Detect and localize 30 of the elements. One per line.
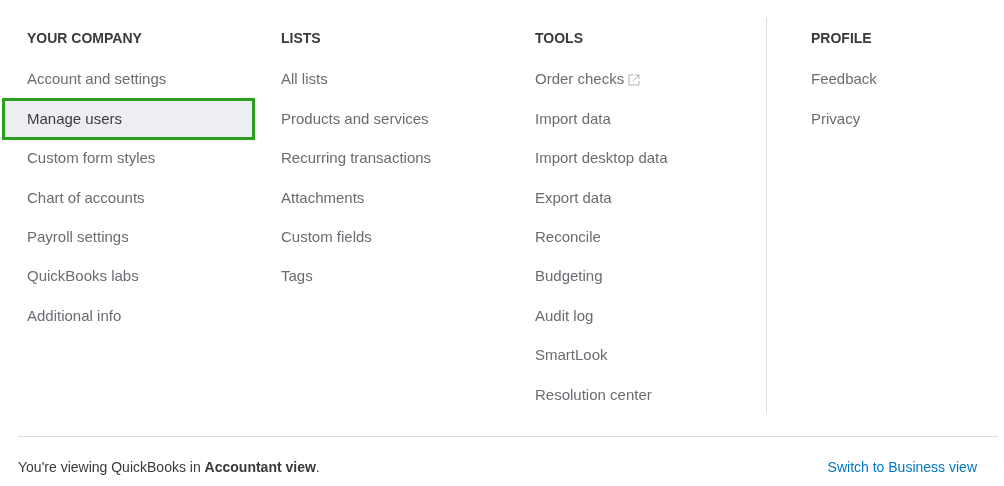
menu-link[interactable]: Attachments [281,186,365,210]
menu-link[interactable]: Account and settings [27,68,167,91]
menu-link[interactable]: Chart of accounts [27,186,145,210]
menu-link[interactable]: Audit log [535,304,594,328]
column-heading: TOOLS [535,28,583,48]
menu-link[interactable]: Budgeting [535,265,603,288]
menu-link[interactable]: Reconcile [535,226,601,249]
menu-link[interactable]: Payroll settings [27,226,129,249]
menu-link[interactable]: All lists [281,68,328,91]
column-heading: LISTS [281,28,321,48]
menu-link[interactable]: Recurring transactions [281,147,432,170]
menu-link[interactable]: Feedback [811,68,877,91]
menu-link[interactable]: Privacy [811,107,861,131]
menu-link[interactable]: Custom form styles [27,147,156,170]
menu-link[interactable]: Order checks [535,68,625,91]
menu-link[interactable]: Import desktop data [535,147,668,170]
menu-link[interactable]: Resolution center [535,383,652,407]
menu-link[interactable]: Tags [281,265,313,288]
menu-link[interactable]: Import data [535,107,611,131]
column-heading: YOUR COMPANY [27,28,142,48]
menu-link[interactable]: Products and services [281,107,429,131]
menu-link[interactable]: Manage users [2,98,255,141]
menu-link[interactable]: Export data [535,186,612,210]
footer-text: You're viewing QuickBooks in Accountant view. [18,458,320,477]
menu-link[interactable]: Custom fields [281,226,372,249]
menu-link[interactable]: SmartLook [535,344,608,367]
menu-link[interactable]: QuickBooks labs [27,265,139,288]
column-heading: PROFILE [811,28,872,48]
switch-view-link[interactable]: Switch to Business view [827,457,977,478]
menu-link[interactable]: Additional info [27,304,122,328]
